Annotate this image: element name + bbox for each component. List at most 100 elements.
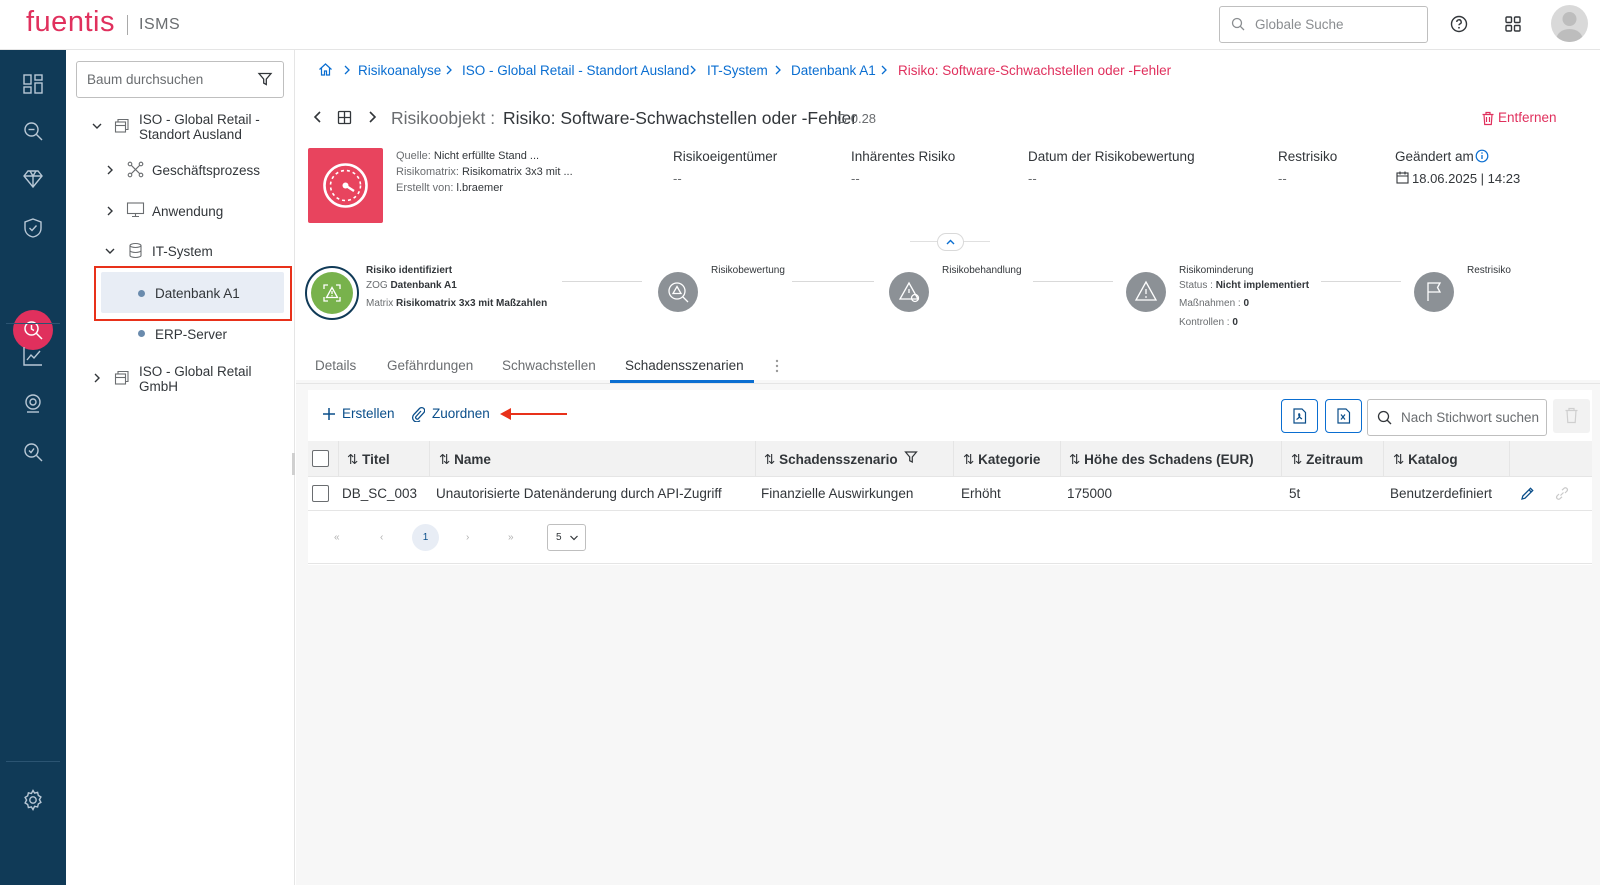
apps-grid-icon[interactable] [1503, 14, 1523, 34]
column-header-period[interactable]: ⇅ Zeitraum [1291, 452, 1363, 468]
cell-scenario[interactable]: Finanzielle Auswirkungen [761, 486, 913, 501]
remove-button[interactable]: Entfernen [1498, 110, 1557, 125]
user-avatar[interactable] [1551, 5, 1588, 42]
select-all-checkbox[interactable] [312, 450, 329, 467]
breadcrumb-link[interactable]: Datenbank A1 [791, 63, 876, 78]
cell-period[interactable]: 5t [1289, 486, 1300, 501]
dashboard-icon[interactable] [21, 72, 45, 96]
step-identified[interactable] [311, 272, 353, 314]
tree-search-input[interactable]: Baum durchsuchen [76, 61, 284, 98]
page-size-select[interactable]: 5 [547, 524, 586, 551]
export-pdf-button[interactable] [1281, 399, 1318, 433]
breadcrumb-link[interactable]: IT-System [707, 63, 768, 78]
cell-title[interactable]: DB_SC_003 [342, 486, 417, 501]
forward-arrow-icon[interactable] [365, 110, 379, 124]
tree-node-label[interactable]: ISO - Global Retail [139, 364, 252, 379]
filter-icon[interactable] [257, 71, 273, 87]
search-icon [1377, 410, 1392, 425]
more-vertical-icon[interactable] [775, 358, 779, 374]
step-detail-value: 0 [1243, 298, 1250, 309]
cell-category[interactable]: Erhöht [961, 486, 1001, 501]
column-header-title[interactable]: ⇅ Titel [347, 452, 390, 468]
edit-pencil-icon[interactable] [1520, 486, 1535, 501]
breadcrumb-link[interactable]: Risikoanalyse [358, 63, 441, 78]
last-page-button[interactable]: » [508, 532, 514, 543]
breadcrumb-link[interactable]: ISO - Global Retail - Standort Ausland [462, 63, 689, 78]
keyword-search-input[interactable]: Nach Stichwort suchen [1367, 399, 1547, 436]
column-header-category[interactable]: ⇅ Kategorie [963, 452, 1040, 468]
tab-vulnerabilities[interactable]: Schwachstellen [502, 358, 596, 373]
step-assessment[interactable] [658, 272, 698, 312]
export-excel-button[interactable] [1325, 399, 1362, 433]
shield-icon[interactable] [21, 216, 45, 240]
tree-node-label[interactable]: ISO - Global Retail - [139, 112, 260, 127]
chevron-right-icon[interactable] [90, 371, 104, 385]
meta-value: Nicht erfüllte Stand ... [433, 150, 540, 162]
step-treatment[interactable] [889, 272, 929, 312]
step-mitigation[interactable] [1126, 272, 1166, 312]
step-residual[interactable] [1414, 272, 1454, 312]
chevron-right-icon [775, 65, 781, 75]
chevron-right-icon[interactable] [103, 163, 117, 177]
tree-node-label[interactable]: IT-System [152, 244, 213, 259]
back-arrow-icon[interactable] [311, 110, 325, 124]
fuentis-logo[interactable]: fuentis [26, 6, 115, 39]
tab-damage-scenarios[interactable]: Schadensszenarien [625, 358, 744, 373]
chevron-right-icon[interactable] [103, 204, 117, 218]
chart-icon[interactable] [21, 344, 45, 368]
current-page[interactable]: 1 [412, 524, 439, 551]
column-header-name[interactable]: ⇅ Name [439, 452, 491, 468]
tab-threats[interactable]: Gefährdungen [387, 358, 473, 373]
modified-date: 18.06.2025 | 14:23 [1412, 171, 1521, 186]
column-header-scenario[interactable]: ⇅ Schadensszenario [764, 452, 898, 468]
diamond-icon[interactable] [21, 167, 45, 191]
collapse-header-button[interactable] [937, 233, 964, 251]
next-page-button[interactable]: › [466, 532, 469, 543]
chevron-down-icon[interactable] [90, 119, 104, 133]
column-header-catalog[interactable]: ⇅ Katalog [1393, 452, 1458, 468]
filter-icon[interactable] [904, 450, 918, 464]
tree-node-label[interactable]: Standort Ausland [139, 127, 242, 142]
leaf-bullet-icon [138, 330, 145, 337]
risk-analysis-icon[interactable] [21, 318, 45, 342]
column-header-damage[interactable]: ⇅ Höhe des Schadens (EUR) [1069, 452, 1254, 468]
chevron-right-icon [881, 65, 887, 75]
tab-details[interactable]: Details [315, 358, 356, 373]
flag-icon [1427, 282, 1442, 301]
first-page-button[interactable]: « [334, 532, 340, 543]
meta-value: Risikomatrix 3x3 mit ... [462, 166, 573, 178]
tree-node-label[interactable]: Datenbank A1 [155, 286, 240, 301]
cell-damage[interactable]: 175000 [1067, 486, 1112, 501]
assign-button[interactable]: Zuordnen [432, 406, 490, 421]
delete-button-disabled[interactable] [1553, 399, 1590, 433]
tree-node-label[interactable]: Geschäftsprozess [152, 163, 260, 178]
home-icon[interactable] [318, 62, 333, 77]
tree-node-label[interactable]: ERP-Server [155, 327, 227, 342]
unlink-icon[interactable] [1554, 486, 1570, 501]
sort-icon: ⇅ [1393, 452, 1405, 467]
object-title: Risiko: Software-Schwachstellen oder -Fe… [503, 108, 858, 128]
panel-resize-handle[interactable] [292, 453, 295, 475]
global-search-input[interactable]: Globale Suche [1219, 6, 1428, 43]
trash-icon[interactable] [1481, 111, 1495, 126]
cell-catalog[interactable]: Benutzerdefiniert [1390, 486, 1492, 501]
table-view-icon[interactable] [337, 110, 352, 125]
info-icon[interactable] [1475, 149, 1489, 163]
step-connector [562, 281, 642, 282]
step-connector [1033, 281, 1113, 282]
meta-created: Erstellt von: l.braemer [396, 182, 503, 194]
tree-node-label[interactable]: Anwendung [152, 204, 223, 219]
step-detail-value: Risikomatrix 3x3 mit Maßzahlen [396, 298, 548, 309]
search-analysis-icon[interactable] [21, 119, 45, 143]
settings-icon[interactable] [21, 788, 45, 812]
chevron-down-icon[interactable] [103, 244, 117, 258]
create-button[interactable]: Erstellen [342, 406, 395, 421]
location-icon[interactable] [21, 392, 45, 416]
prev-page-button[interactable]: ‹ [380, 532, 383, 543]
risk-mitigation-icon [1134, 280, 1158, 301]
audit-search-icon[interactable] [21, 440, 45, 464]
cell-name[interactable]: Unautorisierte Datenänderung durch API-Z… [436, 486, 722, 501]
tree-node-label[interactable]: GmbH [139, 379, 178, 394]
row-checkbox[interactable] [312, 485, 329, 502]
help-icon[interactable] [1449, 14, 1469, 34]
